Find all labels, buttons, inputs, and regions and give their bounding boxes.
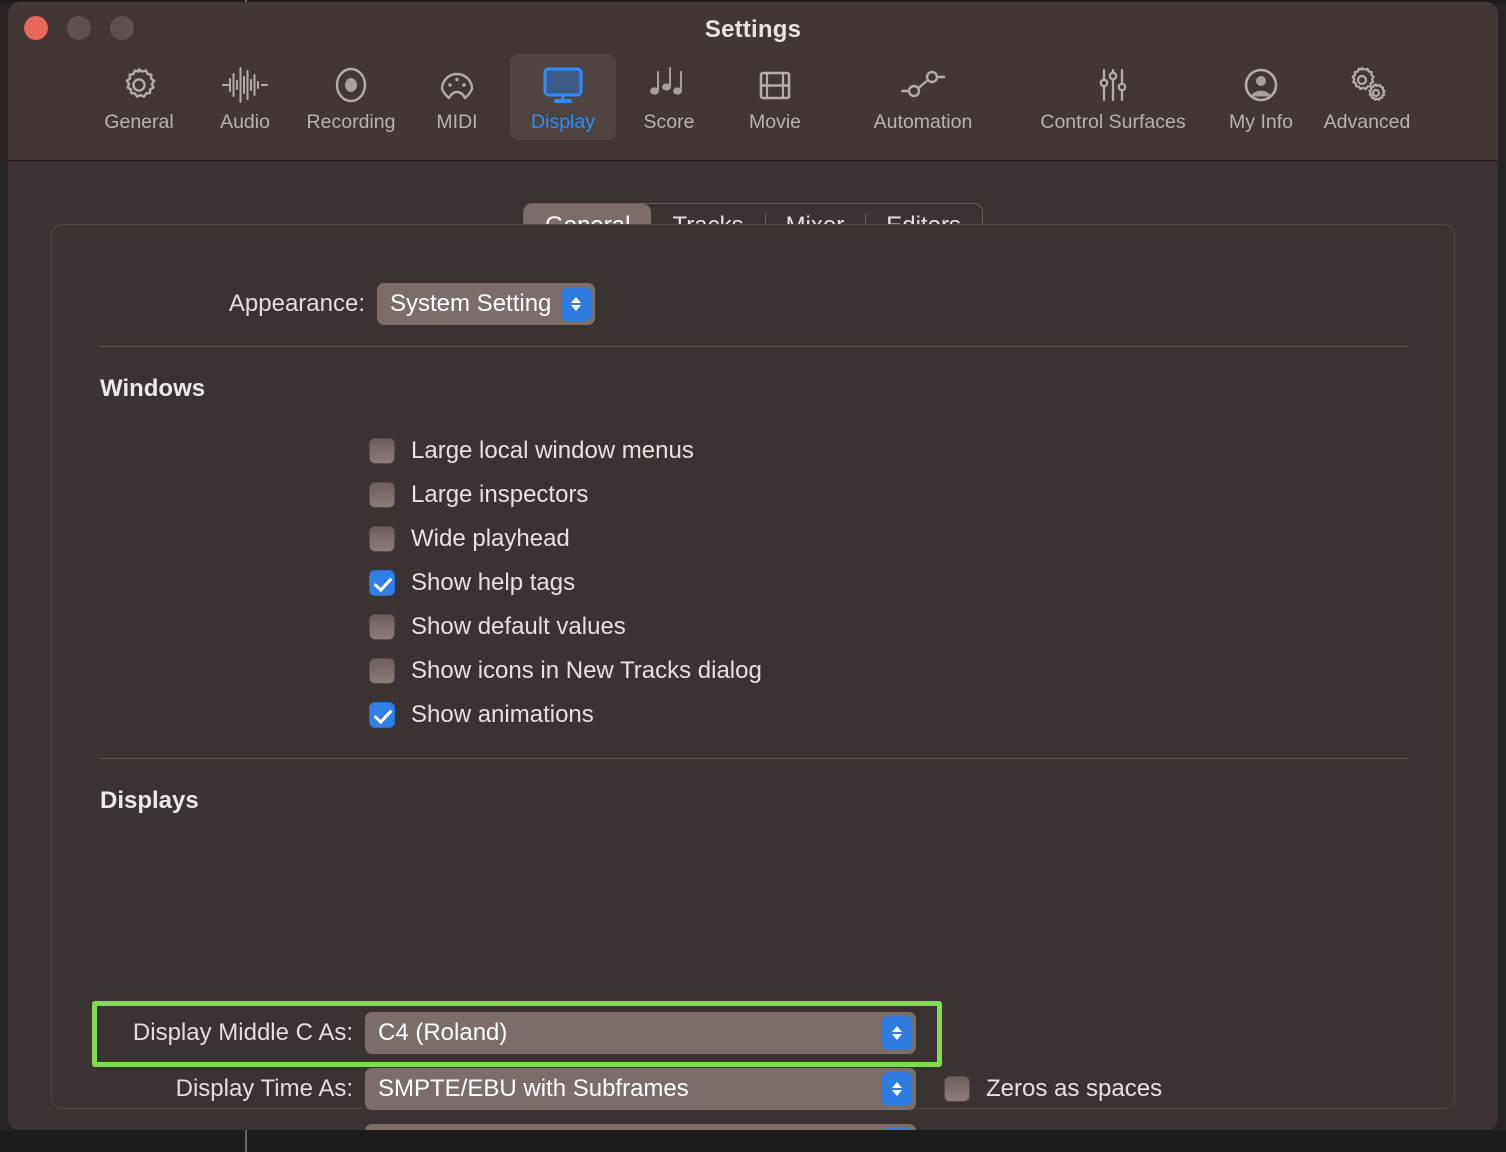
- gear-icon: [118, 62, 160, 108]
- waveform-icon: [221, 62, 269, 108]
- desktop-bottom-strip: [0, 1130, 1506, 1152]
- toolbar-item-label: Score: [643, 111, 695, 133]
- checkbox-box[interactable]: [369, 570, 395, 596]
- checkbox-label: Large local window menus: [411, 437, 694, 464]
- checkbox-box[interactable]: [369, 614, 395, 640]
- toolbar-item-label: Automation: [873, 111, 973, 133]
- toolbar-item-label: General: [104, 111, 174, 133]
- toolbar-item-label: Audio: [220, 111, 270, 133]
- toolbar-item-movie[interactable]: Movie: [722, 54, 828, 140]
- checkbox-label: Wide playhead: [411, 525, 570, 552]
- display-time-label: Display Time As:: [175, 1075, 353, 1102]
- toolbar-item-control-surfaces[interactable]: Control Surfaces: [1018, 54, 1208, 140]
- checkbox-large-local-window-menus[interactable]: Large local window menus: [369, 437, 694, 465]
- person-circle-icon: [1240, 62, 1282, 108]
- toolbar-item-label: My Info: [1229, 111, 1293, 133]
- checkbox-box[interactable]: [369, 482, 395, 508]
- toolbar-item-display[interactable]: Display: [510, 54, 616, 140]
- settings-panel: Appearance: System Setting Windows Large…: [51, 224, 1455, 1130]
- checkbox-large-inspectors[interactable]: Large inspectors: [369, 481, 588, 509]
- checkbox-show-icons-in-new-tracks-dialog[interactable]: Show icons in New Tracks dialog: [369, 657, 762, 685]
- toolbar-item-general[interactable]: General: [86, 54, 192, 140]
- checkbox-label: Show help tags: [411, 569, 576, 596]
- display-time-value: SMPTE/EBU with Subframes: [378, 1075, 689, 1102]
- row-display-middle-c-as: Display Middle C As: C4 (Roland): [97, 1012, 916, 1054]
- toolbar-item-label: Movie: [748, 111, 802, 133]
- checkbox-zeros-as-spaces[interactable]: Zeros as spaces: [944, 1075, 1162, 1103]
- window-title: Settings: [704, 16, 802, 43]
- appearance-label: Appearance:: [228, 290, 365, 317]
- displays-heading: Displays: [100, 787, 199, 814]
- toolbar-item-midi[interactable]: MIDI: [404, 54, 510, 140]
- display-middle-c-label: Display Middle C As:: [132, 1019, 353, 1046]
- film-strip-icon: [754, 62, 796, 108]
- settings-window: Settings General Audio Recording MIDI Di…: [8, 2, 1498, 1130]
- settings-toolbar: General Audio Recording MIDI Display Sco…: [8, 54, 1498, 140]
- toolbar-item-automation[interactable]: Automation: [828, 54, 1018, 140]
- toolbar-item-score[interactable]: Score: [616, 54, 722, 140]
- appearance-popup-button[interactable]: System Setting: [377, 283, 596, 325]
- sliders-icon: [1092, 62, 1134, 108]
- toolbar-item-audio[interactable]: Audio: [192, 54, 298, 140]
- titlebar: Settings General Audio Recording MIDI Di…: [8, 2, 1498, 161]
- checkbox-show-help-tags[interactable]: Show help tags: [369, 569, 575, 597]
- checkbox-show-animations[interactable]: Show animations: [369, 701, 594, 729]
- checkbox-box[interactable]: [944, 1076, 970, 1102]
- checkbox-wide-playhead[interactable]: Wide playhead: [369, 525, 570, 553]
- appearance-value: System Setting: [390, 290, 552, 317]
- double-gear-icon: [1344, 62, 1390, 108]
- desktop-tick-bottom: [245, 1130, 247, 1152]
- checkbox-box[interactable]: [369, 438, 395, 464]
- divider-appearance: [100, 346, 1408, 347]
- toolbar-item-recording[interactable]: Recording: [298, 54, 404, 140]
- midi-connector-icon: [436, 62, 478, 108]
- checkbox-label: Zeros as spaces: [986, 1075, 1163, 1102]
- checkbox-box[interactable]: [369, 526, 395, 552]
- checkbox-label: Show animations: [411, 701, 594, 728]
- toolbar-item-label: Advanced: [1323, 111, 1411, 133]
- display-middle-c-value: C4 (Roland): [378, 1019, 508, 1046]
- checkbox-label: Large inspectors: [411, 481, 589, 508]
- divider-displays: [100, 758, 1408, 759]
- display-middle-c-popup-button[interactable]: C4 (Roland): [365, 1012, 916, 1054]
- automation-node-icon: [896, 62, 950, 108]
- monitor-icon: [540, 62, 586, 108]
- toolbar-item-label: Recording: [306, 111, 396, 133]
- chevron-updown-icon: [882, 1016, 912, 1050]
- chevron-updown-icon: [561, 287, 592, 321]
- windows-heading: Windows: [100, 375, 206, 402]
- toolbar-item-label: Display: [531, 111, 595, 133]
- appearance-row: Appearance: System Setting: [52, 283, 1454, 325]
- toolbar-item-label: Control Surfaces: [1040, 111, 1186, 133]
- checkbox-label: Show default values: [411, 613, 626, 640]
- toolbar-item-advanced[interactable]: Advanced: [1314, 54, 1420, 140]
- checkbox-box[interactable]: [369, 658, 395, 684]
- record-circle-icon: [330, 62, 372, 108]
- checkbox-box[interactable]: [369, 702, 395, 728]
- music-notes-icon: [646, 62, 692, 108]
- screen: Settings General Audio Recording MIDI Di…: [0, 0, 1506, 1152]
- settings-body: General Tracks Mixer Editors Appearance:…: [8, 161, 1498, 1130]
- chevron-updown-icon: [882, 1072, 912, 1106]
- toolbar-item-label: MIDI: [436, 111, 478, 133]
- display-time-popup-button[interactable]: SMPTE/EBU with Subframes: [365, 1068, 916, 1110]
- row-display-time-as: Display Time As: SMPTE/EBU with Subframe…: [97, 1068, 1162, 1110]
- toolbar-item-my-info[interactable]: My Info: [1208, 54, 1314, 140]
- checkbox-show-default-values[interactable]: Show default values: [369, 613, 626, 641]
- checkbox-label: Show icons in New Tracks dialog: [411, 657, 762, 684]
